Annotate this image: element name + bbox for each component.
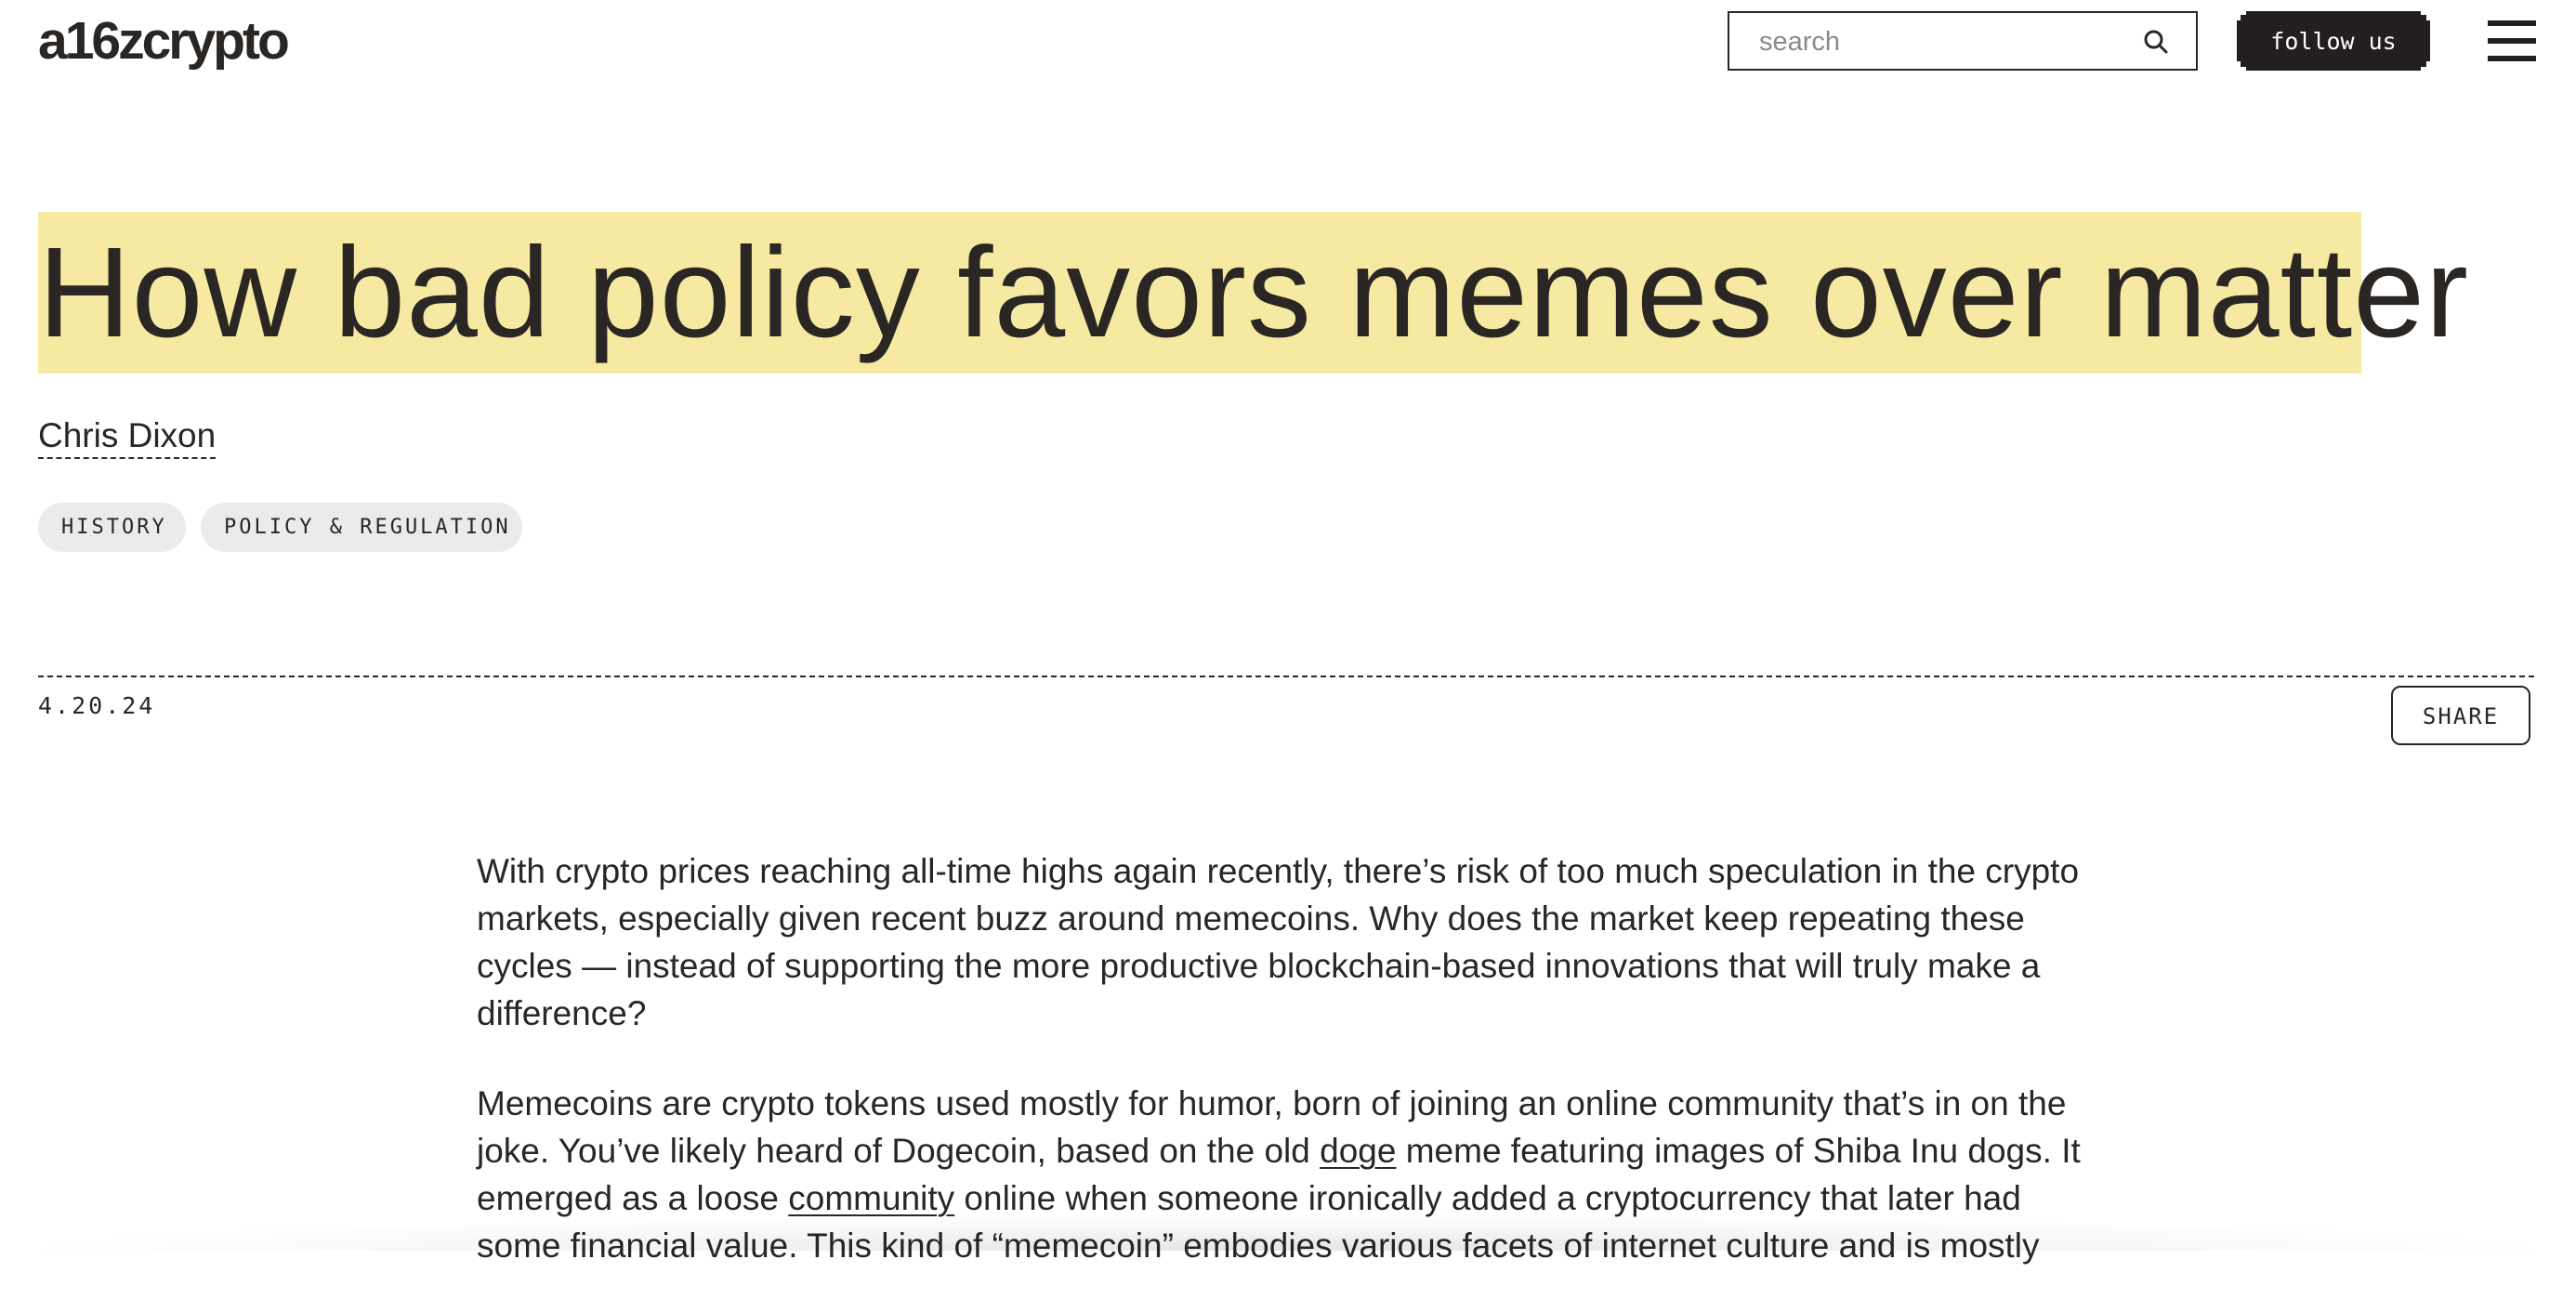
- search-input[interactable]: [1757, 13, 2133, 71]
- community-link[interactable]: community: [788, 1179, 954, 1217]
- search-icon[interactable]: [2142, 28, 2170, 56]
- tag-history[interactable]: HISTORY: [38, 503, 186, 552]
- article-body: With crypto prices reaching all-time hig…: [477, 847, 2112, 1312]
- title-highlight: How bad policy favors memes over matter: [38, 212, 2468, 374]
- doge-link[interactable]: doge: [1320, 1132, 1396, 1170]
- paragraph: With crypto prices reaching all-time hig…: [477, 852, 2080, 1032]
- tag-policy-regulation[interactable]: POLICY & REGULATION: [201, 503, 522, 552]
- follow-us-button[interactable]: follow us: [2237, 11, 2430, 71]
- publish-date: 4.20.24: [38, 692, 156, 719]
- hamburger-menu-icon[interactable]: [2488, 20, 2536, 61]
- search-box[interactable]: [1728, 11, 2198, 71]
- share-button[interactable]: SHARE: [2391, 686, 2530, 745]
- page-title: How bad policy favors memes over matter: [38, 221, 2469, 364]
- paragraph: Memecoins are crypto tokens used mostly …: [477, 1080, 2112, 1269]
- author-link[interactable]: Chris Dixon: [38, 414, 217, 459]
- dashed-divider: [38, 676, 2534, 677]
- site-logo[interactable]: a16zcrypto: [38, 7, 290, 74]
